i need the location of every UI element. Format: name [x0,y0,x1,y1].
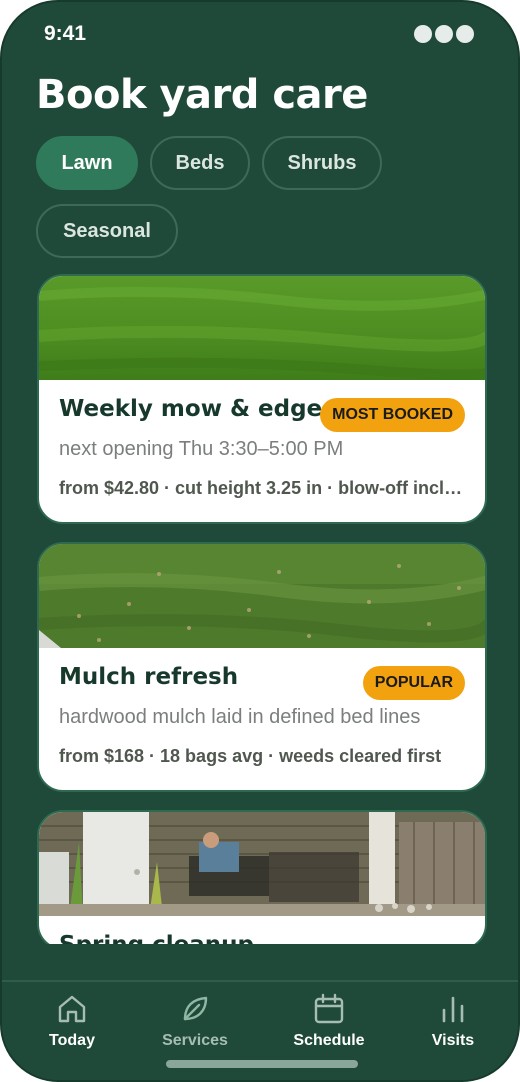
mulch-lawn-photo [39,544,485,648]
tab-services[interactable]: Services [140,992,250,1050]
phone-screen: 9:41 Book yard care Lawn Beds Shrubs Sea… [0,0,520,1082]
card-body: Weekly mow & edge MOST BOOKED next openi… [39,380,485,522]
chip-lawn[interactable]: Lawn [36,136,138,190]
status-dot [414,25,432,43]
card-subtitle: next opening Thu 3:30–5:00 PM [59,438,344,460]
most-booked-badge: MOST BOOKED [320,398,465,432]
tab-label: Visits [431,1032,475,1049]
chip-shrubs[interactable]: Shrubs [262,136,382,190]
bar-chart-icon [442,996,464,1023]
calendar-icon [314,993,344,1024]
home-indicator[interactable] [166,1060,358,1068]
chip-beds[interactable]: Beds [150,136,250,190]
service-card-spring-cleanup[interactable]: Spring cleanup [37,810,487,950]
tab-today[interactable]: Today [17,992,127,1050]
card-title: Mulch refresh [59,664,239,690]
tab-label: Today [49,1032,95,1049]
card-meta: from $42.80 · cut height 3.25 in · blow-… [59,478,469,498]
status-indicators [414,25,474,43]
status-time: 9:41 [44,22,87,45]
scroll-clip [2,944,518,984]
leaf-icon [183,996,208,1021]
card-meta: from $168 · 18 bags avg · weeds cleared … [59,746,442,766]
card-title: Weekly mow & edge [59,396,323,422]
tab-label: Schedule [293,1032,365,1049]
popular-badge: POPULAR [362,666,465,700]
porch-photo [39,812,485,916]
lawn-photo [39,276,485,380]
status-dot [456,25,474,43]
service-card-mulch-refresh[interactable]: Mulch refresh POPULAR hardwood mulch lai… [37,542,487,792]
card-subtitle: hardwood mulch laid in defined bed lines [59,706,421,728]
status-dot [435,25,453,43]
tab-label: Services [162,1032,228,1049]
page-title: Book yard care [36,72,368,118]
tab-visits[interactable]: Visits [398,992,508,1050]
service-card-weekly-mow[interactable]: Weekly mow & edge MOST BOOKED next openi… [37,274,487,524]
card-body: Mulch refresh POPULAR hardwood mulch lai… [39,648,485,790]
chip-seasonal[interactable]: Seasonal [36,204,178,258]
tab-schedule[interactable]: Schedule [274,992,384,1050]
home-icon [58,995,86,1023]
